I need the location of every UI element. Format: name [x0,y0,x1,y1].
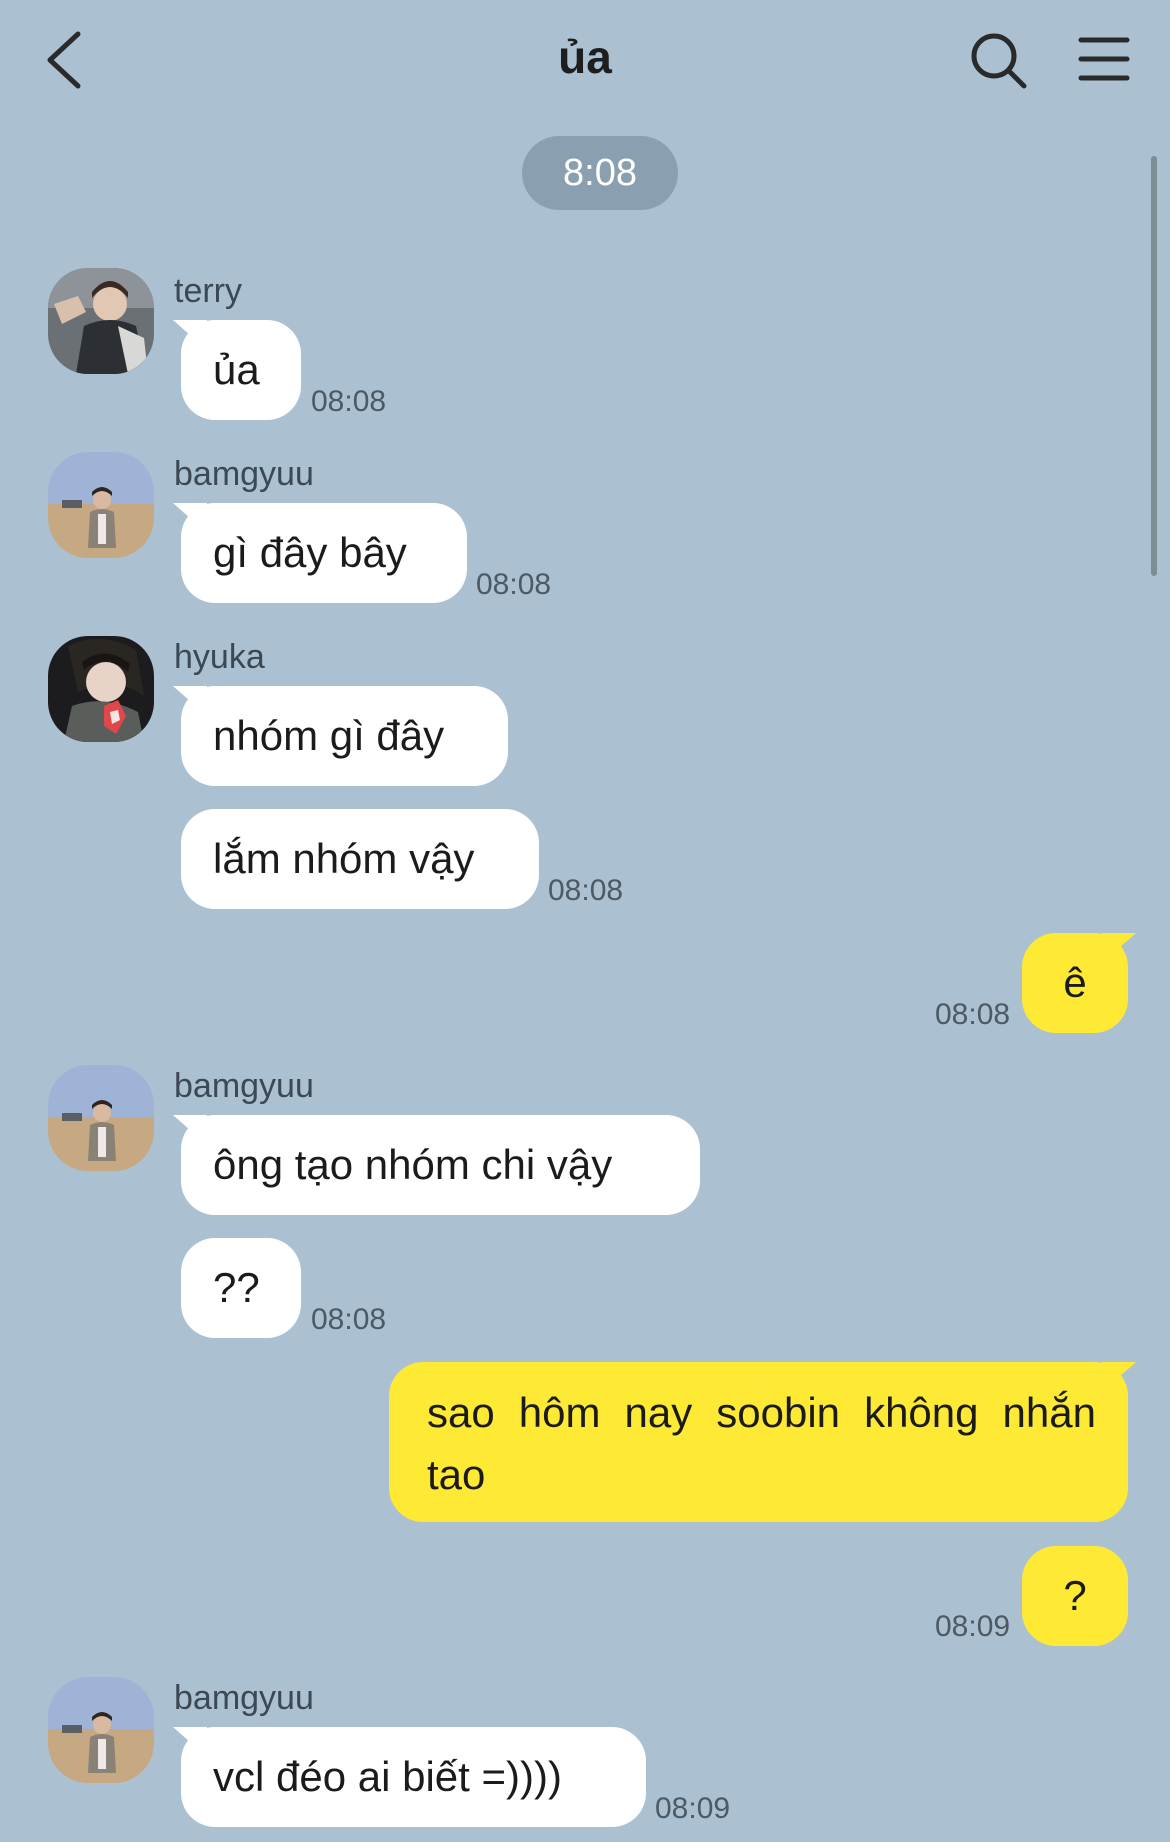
scrollbar[interactable] [1151,156,1157,576]
sender-name: bamgyuu [174,1067,314,1105]
avatar-bamgyuu[interactable] [48,452,154,558]
menu-icon [1078,37,1130,81]
sender-name: bamgyuu [174,455,314,493]
message-bubble[interactable]: vcl đéo ai biết =)))) [181,1727,646,1827]
search-button[interactable] [968,30,1028,90]
avatar-bamgyuu-photo [48,452,154,558]
message-time: 08:08 [476,568,552,601]
my-message-bubble[interactable]: ê [1022,933,1128,1033]
avatar-bamgyuu-photo [48,1677,154,1783]
message-bubble[interactable]: ?? [181,1238,301,1338]
avatar-terry[interactable] [48,268,154,374]
message-bubble[interactable]: lắm nhóm vậy [181,809,539,909]
avatar-hyuka-photo [48,636,154,742]
chat-header: ủa [0,0,1170,122]
message-time: 08:08 [548,874,624,907]
avatar-bamgyuu[interactable] [48,1677,154,1783]
search-icon [971,33,1027,89]
message-time: 08:08 [311,1303,387,1336]
avatar-hyuka[interactable] [48,636,154,742]
avatar-bamgyuu-photo [48,1065,154,1171]
message-time: 08:09 [655,1792,731,1825]
message-time: 08:09 [935,1610,1011,1643]
message-time: 08:08 [311,385,387,418]
my-message-bubble[interactable]: sao hôm nay soobin không nhắn tao [389,1362,1128,1522]
sender-name: hyuka [174,638,265,676]
message-bubble[interactable]: ông tạo nhóm chi vậy [181,1115,700,1215]
message-bubble[interactable]: nhóm gì đây [181,686,508,786]
avatar-terry-photo [48,268,154,374]
sender-name: bamgyuu [174,1679,314,1717]
sender-name: terry [174,272,242,310]
message-bubble[interactable]: ủa [181,320,301,420]
message-bubble[interactable]: gì đây bây [181,503,467,603]
avatar-bamgyuu[interactable] [48,1065,154,1171]
my-message-bubble[interactable]: ? [1022,1546,1128,1646]
date-time-divider: 8:08 [522,136,678,210]
menu-button[interactable] [1078,34,1130,84]
message-time: 08:08 [935,998,1011,1031]
